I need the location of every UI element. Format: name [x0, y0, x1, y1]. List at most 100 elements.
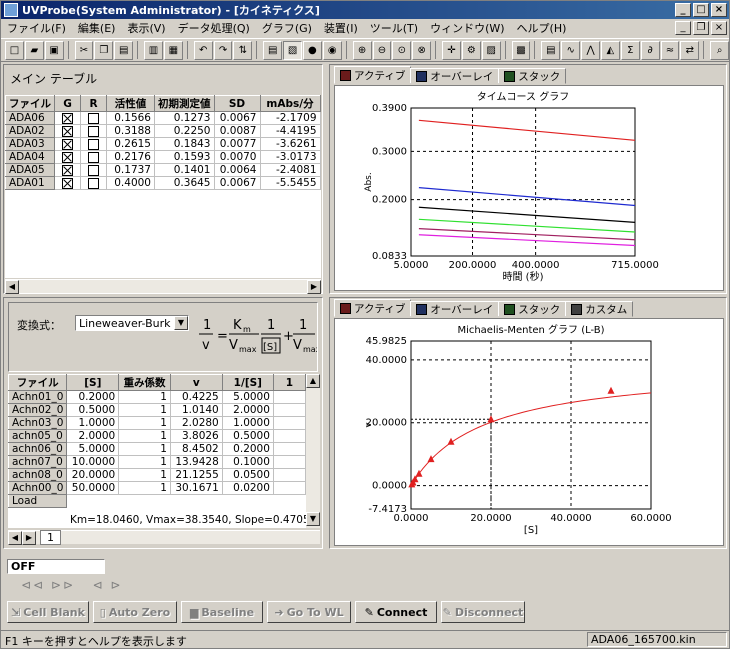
rate-cell[interactable]: -4.4195: [259, 124, 321, 138]
main-table-horizontal-scrollbar[interactable]: ◀ ▶: [5, 279, 321, 294]
inverse-velocity-cell[interactable]: [272, 481, 306, 495]
tab-stack[interactable]: スタック: [498, 68, 567, 84]
sheet-scroll-right-icon[interactable]: ▶: [22, 530, 36, 545]
table-row[interactable]: Achn00_0 50.0000 1 30.1671 0.0200: [8, 481, 306, 495]
child-close-button[interactable]: ×: [711, 21, 727, 35]
tab-custom[interactable]: カスタム: [565, 301, 634, 317]
velocity-cell[interactable]: 30.1671: [169, 481, 223, 495]
substrate-cell[interactable]: 2.0000: [66, 429, 120, 443]
substrate-cell[interactable]: 1.0000: [66, 416, 120, 430]
initial-cell[interactable]: 0.3645: [154, 176, 215, 190]
file-cell[interactable]: achn08_0: [8, 468, 68, 482]
open-folder-icon[interactable]: ▰: [24, 40, 44, 60]
weight-cell[interactable]: 1: [118, 429, 171, 443]
group-checkbox[interactable]: [62, 164, 73, 176]
table-row[interactable]: Achn03_0 1.0000 1 2.0280 1.0000: [8, 416, 306, 430]
reject-checkbox[interactable]: [88, 177, 99, 189]
column-header-substrate[interactable]: [S]: [66, 374, 120, 391]
child-minimize-button[interactable]: _: [675, 21, 691, 35]
child-restore-button[interactable]: ❐: [693, 21, 709, 35]
table-row[interactable]: ADA03 0.2615 0.1843 0.0077 -3.6261: [5, 137, 321, 151]
column-header-activity[interactable]: 活性値: [106, 95, 155, 112]
inverse-substrate-cell[interactable]: 5.0000: [221, 390, 274, 404]
redo-icon[interactable]: ↷: [213, 40, 233, 60]
r-cell[interactable]: [80, 163, 107, 177]
load-row-button[interactable]: Load: [8, 494, 68, 508]
velocity-cell[interactable]: 1.0140: [169, 403, 223, 417]
table-row[interactable]: ADA05 0.1737 0.1401 0.0064 -2.4081: [5, 163, 321, 177]
activity-cell[interactable]: 0.2615: [106, 137, 155, 151]
reject-checkbox[interactable]: [88, 164, 99, 176]
rate-cell[interactable]: -3.0173: [259, 150, 321, 164]
sd-cell[interactable]: 0.0067: [213, 111, 261, 125]
r-cell[interactable]: [80, 137, 107, 151]
rate-cell[interactable]: -2.4081: [259, 163, 321, 177]
arithmetic-icon[interactable]: Σ: [620, 40, 640, 60]
g-cell[interactable]: [54, 163, 81, 177]
menu-instrument[interactable]: 装置(I): [318, 20, 364, 36]
kinetics-vertical-scrollbar[interactable]: ▲ ▼: [306, 374, 320, 528]
connect-button[interactable]: ✎ Connect: [355, 601, 437, 623]
properties-icon[interactable]: ▨: [481, 40, 501, 60]
sd-cell[interactable]: 0.0070: [213, 150, 261, 164]
weight-cell[interactable]: 1: [118, 416, 171, 430]
inverse-velocity-cell[interactable]: [272, 403, 306, 417]
zoom-out-icon[interactable]: ⊖: [372, 40, 392, 60]
area-icon[interactable]: ◭: [600, 40, 620, 60]
activity-cell[interactable]: 0.1566: [106, 111, 155, 125]
weight-cell[interactable]: 1: [118, 390, 171, 404]
file-cell[interactable]: Achn02_0: [8, 403, 68, 417]
activity-cell[interactable]: 0.1737: [106, 163, 155, 177]
close-button[interactable]: ×: [711, 3, 727, 17]
sd-cell[interactable]: 0.0064: [213, 163, 261, 177]
cell-blank-button[interactable]: ⇲ Cell Blank: [7, 601, 89, 623]
time-course-graph-area[interactable]: タイムコース グラフ 5.0000 200.0000 400.0000 715.0000…: [334, 85, 724, 291]
table-row[interactable]: ADA04 0.2176 0.1593 0.0070 -3.0173: [5, 150, 321, 164]
maximize-button[interactable]: □: [693, 3, 709, 17]
disconnect-button[interactable]: ✎ Disconnect: [441, 601, 525, 623]
cursor-icon[interactable]: ✛: [442, 40, 461, 60]
find-icon[interactable]: ⌕: [710, 40, 730, 60]
scroll-left-icon[interactable]: ◀: [5, 279, 19, 294]
new-icon[interactable]: □: [5, 40, 24, 60]
weight-cell[interactable]: 1: [118, 481, 171, 495]
cut-icon[interactable]: ✂: [74, 40, 94, 60]
menu-data-processing[interactable]: データ処理(Q): [172, 20, 256, 36]
sort-icon[interactable]: ⇅: [233, 40, 253, 60]
menu-edit[interactable]: 編集(E): [72, 20, 122, 36]
zoom-in-icon[interactable]: ⊕: [352, 40, 372, 60]
weight-cell[interactable]: 1: [118, 455, 171, 469]
substrate-cell[interactable]: 0.5000: [66, 403, 120, 417]
inverse-substrate-cell[interactable]: 2.0000: [221, 403, 274, 417]
file-cell[interactable]: ADA04: [5, 150, 55, 164]
scroll-right-icon[interactable]: ▶: [307, 279, 321, 294]
group-checkbox[interactable]: [62, 112, 73, 124]
peak-icon[interactable]: ⋀: [581, 40, 600, 60]
menu-window[interactable]: ウィンドウ(W): [424, 20, 510, 36]
table-row[interactable]: Achn02_0 0.5000 1 1.0140 2.0000: [8, 403, 306, 417]
chevron-down-icon[interactable]: ▼: [174, 316, 188, 330]
g-cell[interactable]: [54, 124, 81, 138]
file-cell[interactable]: ADA03: [5, 137, 55, 151]
table-row[interactable]: ADA01 0.4000 0.3645 0.0067 -5.5455: [5, 176, 321, 190]
column-header-velocity[interactable]: v: [169, 374, 223, 391]
column-header-file[interactable]: ファイル: [8, 374, 68, 391]
table-row[interactable]: ADA06 0.1566 0.1273 0.0067 -2.1709: [5, 111, 321, 125]
substrate-cell[interactable]: 10.0000: [66, 455, 120, 469]
report-icon[interactable]: ▤: [541, 40, 561, 60]
inverse-velocity-cell[interactable]: [272, 455, 306, 469]
r-cell[interactable]: [80, 150, 107, 164]
initial-cell[interactable]: 0.1273: [154, 111, 215, 125]
activity-cell[interactable]: 0.3188: [106, 124, 155, 138]
activity-cell[interactable]: 0.2176: [106, 150, 155, 164]
sample-icon[interactable]: ●: [302, 40, 322, 60]
smoothing-icon[interactable]: ≈: [660, 40, 680, 60]
sd-cell[interactable]: 0.0077: [213, 137, 261, 151]
go-to-wl-button[interactable]: ➜ Go To WL: [267, 601, 351, 623]
sheet-scroll-left-icon[interactable]: ◀: [8, 530, 22, 545]
weight-cell[interactable]: 1: [118, 442, 171, 456]
menu-tools[interactable]: ツール(T): [364, 20, 424, 36]
weight-cell[interactable]: 1: [118, 468, 171, 482]
velocity-cell[interactable]: 3.8026: [169, 429, 223, 443]
print-preview-icon[interactable]: ▦: [163, 40, 183, 60]
